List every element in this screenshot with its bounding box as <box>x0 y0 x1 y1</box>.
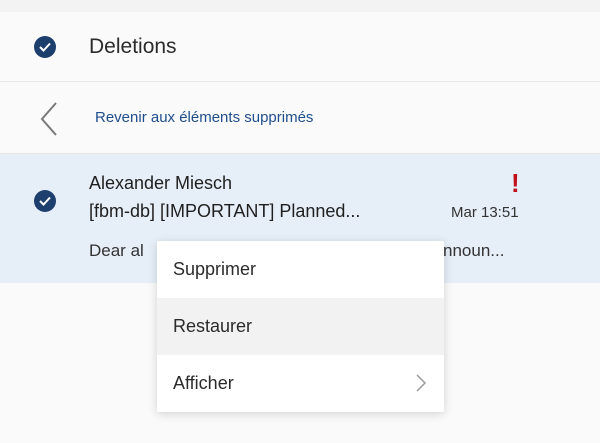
message-preview-end: nnoun... <box>443 241 505 260</box>
back-to-deleted-items-link[interactable]: Revenir aux éléments supprimés <box>95 109 313 126</box>
menu-item-restore[interactable]: Restaurer <box>157 298 444 355</box>
menu-item-label: Afficher <box>173 373 234 393</box>
folder-header[interactable]: Deletions <box>0 12 600 82</box>
message-date: Mar 13:51 <box>451 204 519 221</box>
top-strip <box>0 0 600 12</box>
message-sender: Alexander Miesch <box>89 173 233 193</box>
select-all-checkmark-icon[interactable] <box>34 36 56 58</box>
message-selected-checkmark-icon[interactable] <box>34 190 56 212</box>
context-menu: Supprimer Restaurer Afficher <box>157 241 444 412</box>
message-preview-start: Dear al <box>89 241 144 260</box>
menu-item-delete[interactable]: Supprimer <box>157 241 444 298</box>
back-nav-row[interactable]: Revenir aux éléments supprimés <box>0 82 600 154</box>
high-importance-icon: ! <box>511 168 520 198</box>
menu-item-label: Supprimer <box>173 259 257 279</box>
menu-item-label: Restaurer <box>173 316 253 336</box>
folder-title: Deletions <box>89 35 177 58</box>
chevron-right-icon <box>416 374 427 392</box>
message-subject: [fbm-db] [IMPORTANT] Planned... <box>89 201 361 221</box>
chevron-left-icon[interactable] <box>38 101 60 137</box>
menu-item-view[interactable]: Afficher <box>157 355 444 412</box>
